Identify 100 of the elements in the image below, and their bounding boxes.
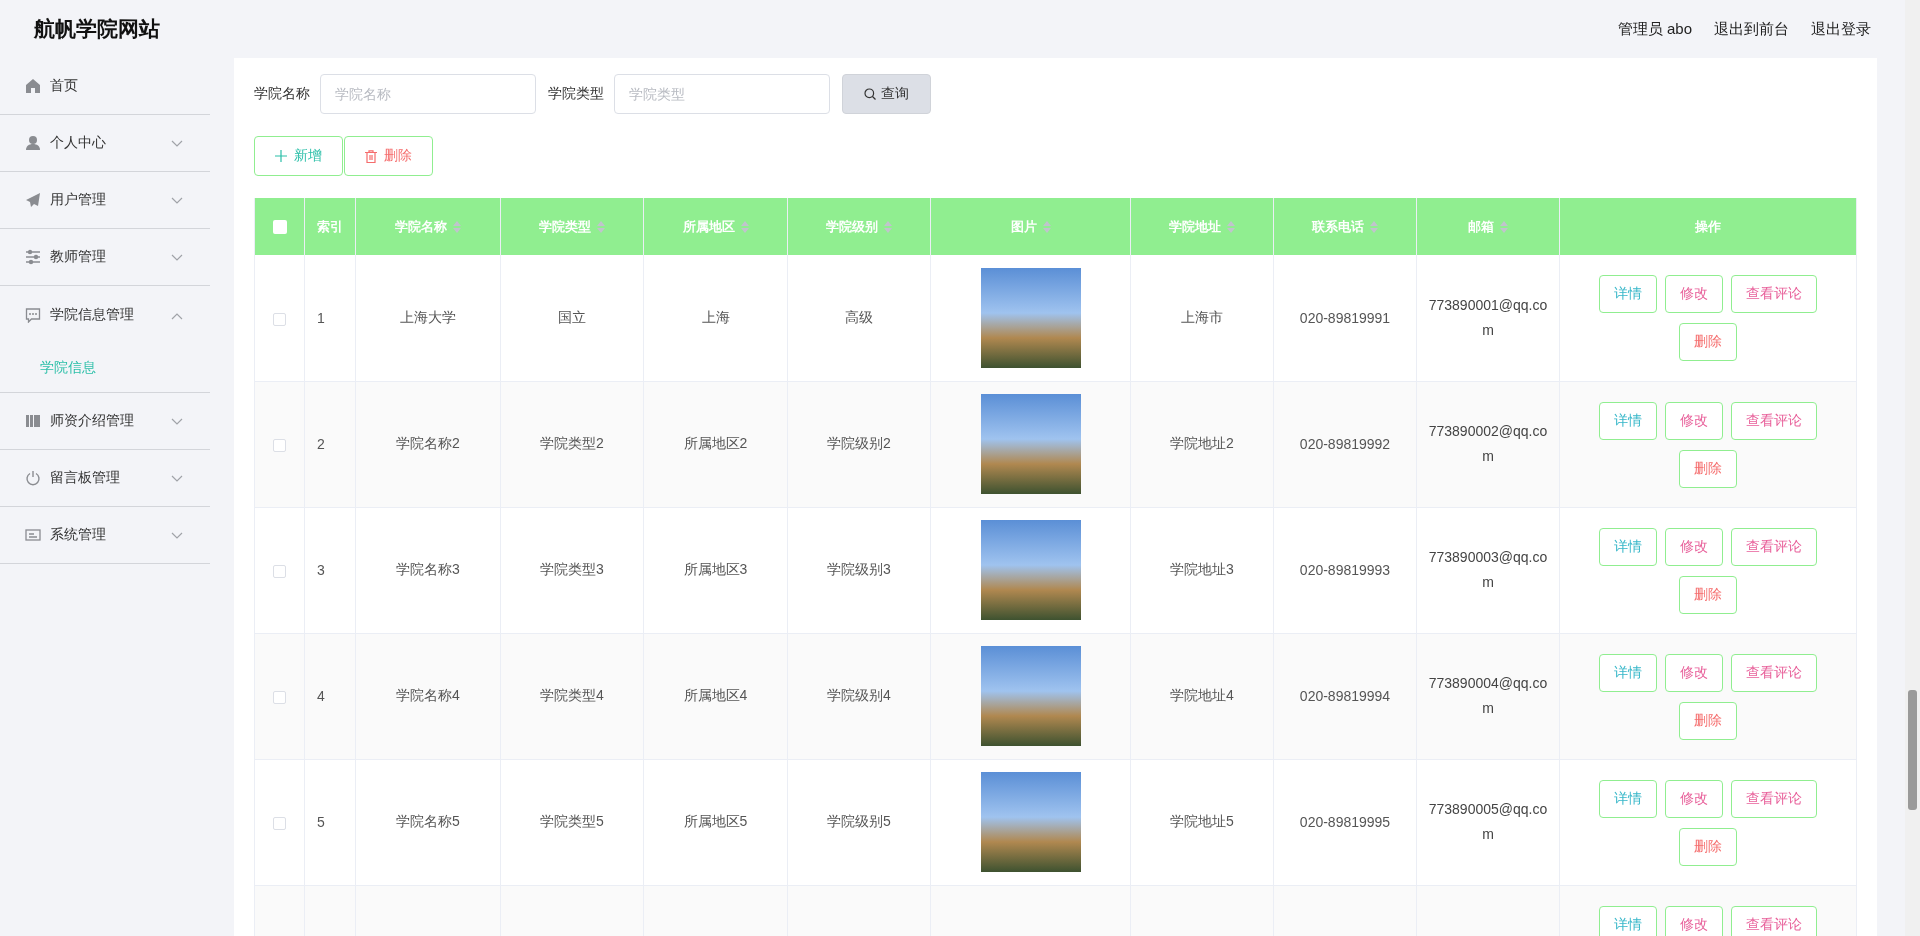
table-cell: 国立 [558,308,586,325]
table-cell-text: 773890005@qq.com [1427,800,1549,844]
view-comments-button[interactable]: 查看评论 [1731,275,1817,313]
sort-icon[interactable] [884,221,892,234]
menu-item-icon [25,135,41,151]
sidebar-item[interactable]: 个人中心 [0,115,210,172]
chevron-up-icon [171,311,183,320]
plus-icon [275,150,287,162]
sidebar-item[interactable]: 系统管理 [0,507,210,564]
table-cell: 3 [317,562,325,578]
menu-item-icon [25,192,41,208]
table-cell: 学院级别2 [827,435,891,451]
table-cell: 所属地区3 [683,561,748,577]
view-comments-button[interactable]: 查看评论 [1731,653,1817,692]
edit-button[interactable]: 修改 [1665,653,1723,692]
table-cell: 学院名称2 [396,435,460,451]
details-button[interactable]: 详情 [1599,275,1657,313]
menu-item-icon [25,470,41,486]
add-button[interactable]: 新增 [254,136,343,176]
row-checkbox[interactable] [273,816,286,830]
details-button[interactable]: 详情 [1599,779,1657,818]
search-button[interactable]: 查询 [842,74,931,114]
row-checkbox[interactable] [273,564,286,578]
sidebar-item[interactable]: 学院信息管理 [0,286,210,343]
header-link[interactable]: 退出到前台 [1714,19,1789,39]
table-cell: 学院类型3 [540,561,604,577]
table-cell-text: 773890003@qq.com [1427,548,1549,592]
chevron-down-icon [171,532,183,540]
table-cell: 学院类型5 [540,813,604,829]
table-cell: 020-89819993 [1299,562,1391,578]
menu-item-icon [25,249,41,265]
sidebar-item[interactable]: 首页 [0,58,210,115]
chevron-down-icon [171,197,183,205]
table-cell: 学院级别5 [827,813,891,829]
view-comments-button[interactable]: 查看评论 [1731,779,1817,818]
table-cell: 所属地区4 [683,687,748,703]
edit-button[interactable]: 修改 [1665,905,1723,936]
sort-icon[interactable] [1500,221,1508,234]
delete-button[interactable]: 删除 [1679,701,1737,740]
delete-button[interactable]: 删除 [344,136,433,176]
table-cell: 020-89819994 [1299,688,1391,704]
sort-icon[interactable] [597,221,605,234]
table-cell: 5 [317,814,325,830]
delete-button[interactable]: 删除 [1679,827,1737,866]
details-button[interactable]: 详情 [1599,527,1657,566]
details-button[interactable]: 详情 [1599,401,1657,440]
chevron-down-icon [171,140,183,148]
header-link[interactable]: 退出登录 [1811,19,1871,39]
sidebar-item[interactable]: 留言板管理 [0,450,210,507]
table-cell: 1 [317,309,325,326]
search-field[interactable]: 学院名称 [320,74,536,114]
table-cell: 学院名称4 [396,687,460,703]
table-cell: 学院名称5 [396,813,460,829]
menu-item-icon [25,413,41,429]
view-comments-button[interactable]: 查看评论 [1731,401,1817,440]
edit-button[interactable]: 修改 [1665,275,1723,313]
delete-button[interactable]: 删除 [1679,449,1737,488]
edit-button[interactable]: 修改 [1665,527,1723,566]
sort-icon[interactable] [453,221,461,234]
select-all-checkbox[interactable] [272,220,287,235]
table-cell: 学院地址2 [1170,435,1234,451]
column-header: 操作 [1695,218,1721,234]
table-cell-text: 773890001@qq.com [1427,295,1549,340]
menu-item-icon [25,527,41,543]
view-comments-button[interactable]: 查看评论 [1731,905,1817,936]
search-field[interactable]: 学院类型 [614,74,830,114]
table-cell: 学院地址5 [1170,813,1234,829]
edit-button[interactable]: 修改 [1665,401,1723,440]
details-button[interactable]: 详情 [1599,653,1657,692]
menu-item-icon [25,78,41,94]
row-checkbox[interactable] [273,312,286,326]
sort-icon[interactable] [1370,221,1378,234]
sidebar-item[interactable]: 教师管理 [0,229,210,286]
table-cell: 上海市 [1181,308,1223,325]
sort-icon[interactable] [1042,221,1051,234]
row-checkbox[interactable] [273,438,286,452]
sort-icon[interactable] [740,221,749,234]
search-icon [864,88,876,100]
table-cell: 学院地址3 [1170,561,1234,577]
table-cell: 学院级别3 [827,561,891,577]
details-button[interactable]: 详情 [1599,905,1657,936]
sidebar-item[interactable]: 用户管理 [0,172,210,229]
delete-button[interactable]: 删除 [1679,575,1737,614]
view-comments-button[interactable]: 查看评论 [1731,527,1817,566]
table-cell-text: 773890002@qq.com [1427,422,1549,466]
menu-item-icon [25,306,41,323]
sidebar-subitem[interactable]: 学院信息 [0,343,210,392]
table-cell: 2 [317,436,325,452]
sort-icon[interactable] [1227,221,1235,234]
edit-button[interactable]: 修改 [1665,779,1723,818]
header-link[interactable]: 管理员 abo [1617,19,1692,39]
sidebar-item[interactable]: 师资介绍管理 [0,393,210,450]
table-cell: 020-89819995 [1299,814,1391,830]
table-cell: 上海大学 [400,308,456,325]
scrollbar-thumb[interactable] [1908,690,1917,810]
row-checkbox[interactable] [273,690,286,704]
site-title: 航帆学院网站 [34,16,160,42]
table-cell: 学院名称3 [396,561,460,577]
delete-button[interactable]: 删除 [1679,323,1737,361]
field-label: 学院类型 [548,85,604,103]
